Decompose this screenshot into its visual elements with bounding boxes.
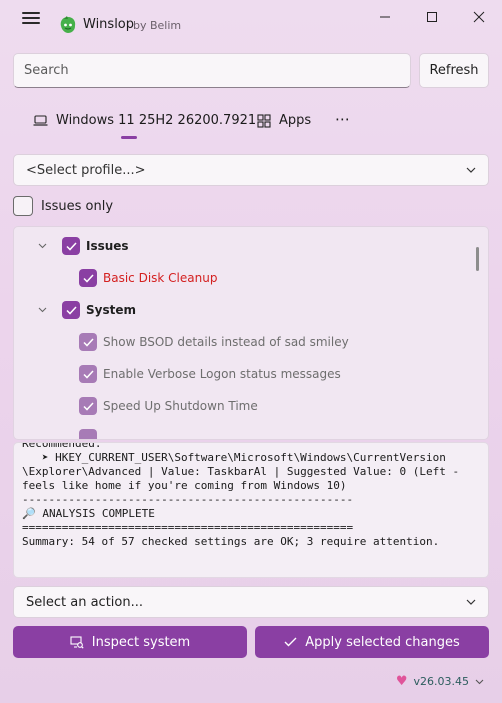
tree-item-label: Basic Disk Cleanup [103, 271, 218, 285]
checkmark-icon [284, 637, 297, 647]
checkmark-icon [82, 401, 94, 411]
heart-icon: ♥ [395, 674, 408, 689]
maximize-button[interactable] [409, 4, 455, 30]
more-icon[interactable]: ⋯ [335, 110, 350, 128]
tree-item-label: Show BSOD details instead of sad smiley [103, 335, 349, 349]
tab-selected-indicator [121, 136, 137, 139]
tree-item-basic-disk-cleanup[interactable]: Basic Disk Cleanup [79, 269, 217, 287]
laptop-icon [33, 114, 48, 126]
app-subtitle: by Belim [133, 19, 182, 32]
action-select[interactable]: Select an action... [13, 586, 489, 618]
issues-only-label: Issues only [41, 198, 114, 214]
checkbox-checked[interactable] [62, 301, 80, 319]
tree-item-label: Enable Verbose Logon status messages [103, 367, 341, 381]
hamburger-menu-icon[interactable] [22, 12, 40, 24]
checkbox-checked[interactable] [79, 365, 97, 383]
refresh-button[interactable]: Refresh [419, 53, 489, 88]
chevron-down-icon [466, 167, 476, 173]
minimize-icon [380, 16, 390, 18]
issues-only-box[interactable] [13, 196, 33, 216]
checkmark-icon [82, 337, 94, 347]
search-input[interactable]: Search [13, 53, 411, 88]
profile-select[interactable]: <Select profile...> [13, 154, 489, 186]
chevron-down-icon[interactable] [38, 243, 48, 249]
tree-group-label: System [86, 303, 136, 317]
checkbox-checked[interactable] [62, 237, 80, 255]
version-label: v26.03.45 [413, 675, 470, 688]
maximize-icon [427, 12, 437, 22]
chevron-down-icon [466, 599, 476, 605]
checkbox-checked[interactable] [79, 333, 97, 351]
app-logo-icon [60, 16, 76, 33]
tree-item-verbose-logon[interactable]: Enable Verbose Logon status messages [79, 365, 341, 383]
inspect-system-button[interactable]: Inspect system [13, 626, 247, 658]
checkbox-checked[interactable] [79, 397, 97, 415]
settings-tree: Issues Basic Disk Cleanup System Show BS… [13, 226, 489, 440]
log-text: Recommended: ➤ HKEY_CURRENT_USER\Softwar… [22, 442, 460, 548]
close-button[interactable] [456, 4, 502, 30]
output-log: Recommended: ➤ HKEY_CURRENT_USER\Softwar… [13, 442, 489, 578]
apps-grid-icon [257, 113, 271, 128]
checkmark-icon [82, 273, 94, 283]
tree-scrollbar[interactable] [476, 247, 479, 271]
checkbox-checked[interactable] [79, 429, 97, 439]
tree-item-partial[interactable] [79, 429, 103, 439]
checkmark-icon [82, 369, 94, 379]
inspect-system-label: Inspect system [91, 634, 191, 650]
checkbox-checked[interactable] [79, 269, 97, 287]
apply-changes-button[interactable]: Apply selected changes [255, 626, 489, 658]
search-placeholder: Search [24, 63, 69, 78]
tree-group-label: Issues [86, 239, 129, 253]
minimize-button[interactable] [362, 4, 408, 30]
tree-group-system[interactable]: System [38, 301, 136, 319]
version-link[interactable]: ♥ v26.03.45 [396, 674, 484, 689]
apply-changes-label: Apply selected changes [305, 634, 460, 650]
issues-only-checkbox[interactable]: Issues only [13, 196, 113, 216]
profile-select-value: <Select profile...> [26, 163, 146, 178]
chevron-down-icon [475, 679, 484, 684]
tab-bar: Windows 11 25H2 26200.7921 Apps ⋯ [0, 104, 502, 144]
tree-item-label: Speed Up Shutdown Time [103, 399, 258, 413]
checkmark-icon [65, 241, 77, 251]
tab-windows[interactable]: Windows 11 25H2 26200.7921 [33, 113, 256, 128]
app-title: Winslop [83, 17, 135, 32]
tree-item-shutdown-time[interactable]: Speed Up Shutdown Time [79, 397, 258, 415]
tree-item-bsod-details[interactable]: Show BSOD details instead of sad smiley [79, 333, 349, 351]
inspect-monitor-icon [70, 635, 84, 649]
title-bar: Winslop by Belim [0, 0, 502, 34]
action-select-value: Select an action... [26, 595, 143, 610]
close-icon [473, 11, 485, 23]
tab-apps[interactable]: Apps [257, 113, 311, 128]
checkmark-icon [65, 305, 77, 315]
tab-windows-label: Windows 11 25H2 26200.7921 [56, 113, 257, 128]
tab-apps-label: Apps [279, 113, 312, 128]
chevron-down-icon[interactable] [38, 307, 48, 313]
tree-group-issues[interactable]: Issues [38, 237, 129, 255]
